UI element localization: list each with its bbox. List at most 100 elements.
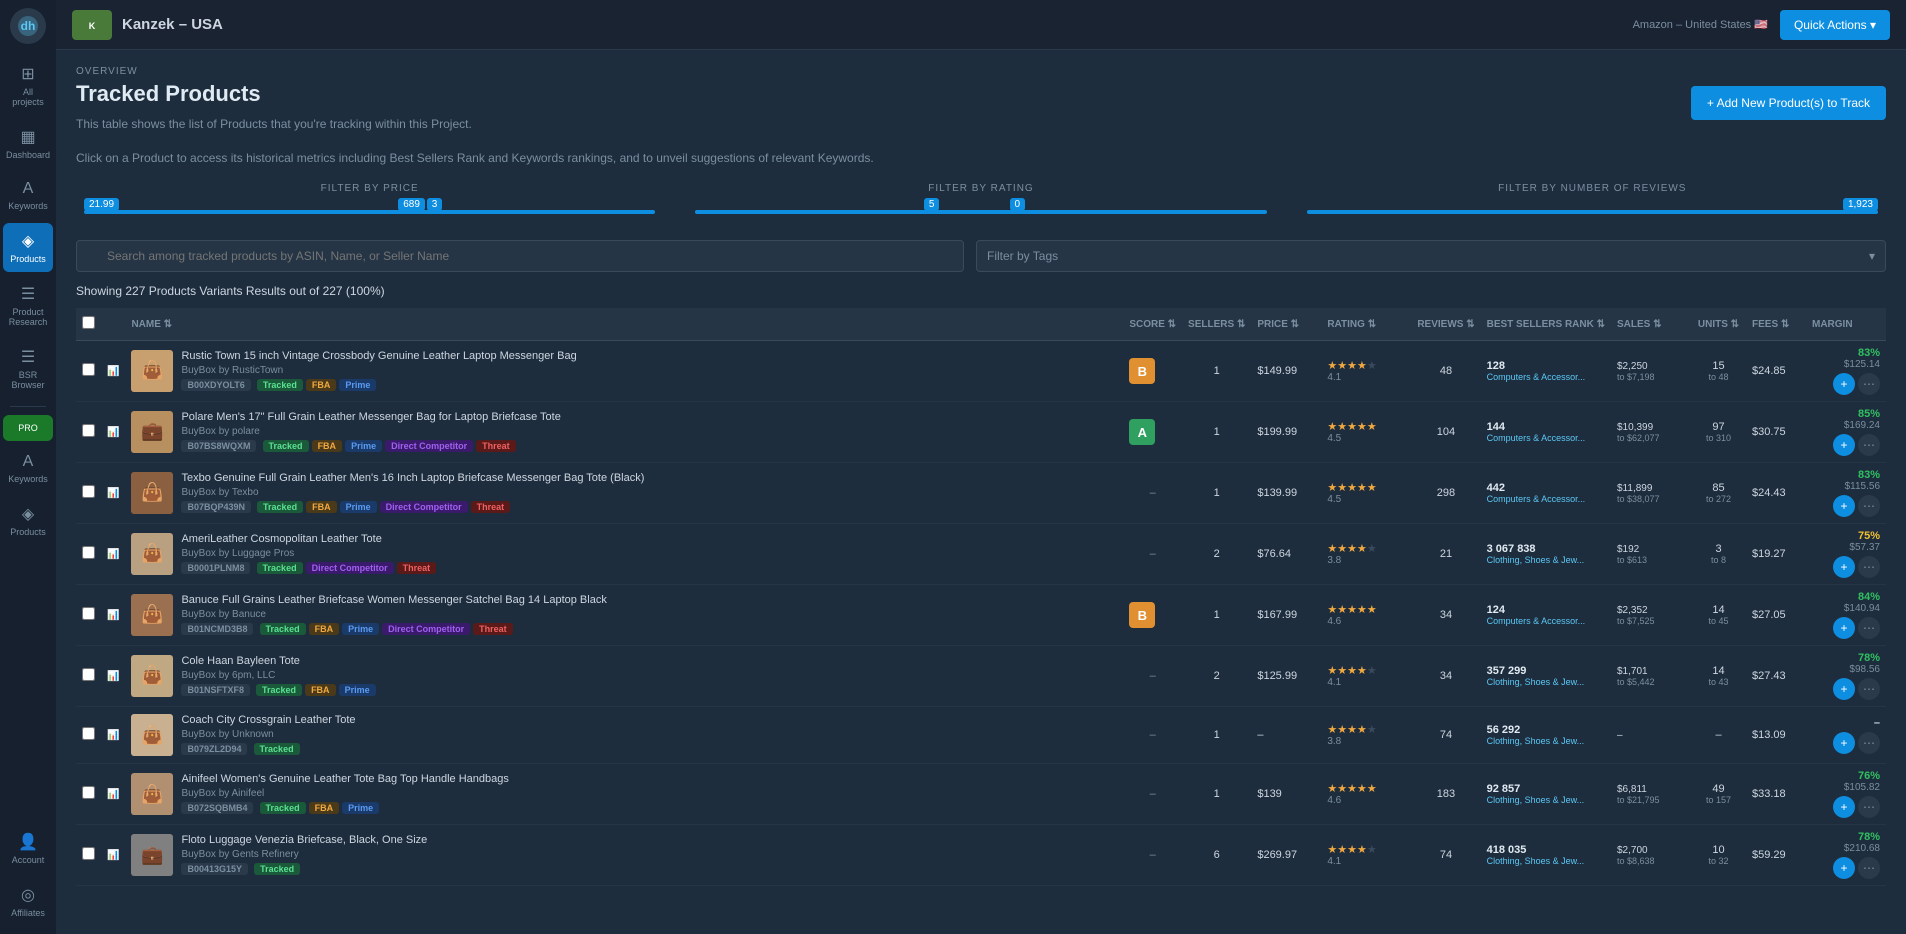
th-sellers[interactable]: SELLERS ⇅	[1182, 308, 1251, 341]
units-to: to 8	[1697, 555, 1740, 565]
action-more-button-5[interactable]: ⋯	[1858, 617, 1880, 639]
row-checkbox-3[interactable]	[82, 485, 95, 498]
action-add-button-7[interactable]: +	[1833, 732, 1855, 754]
action-add-button-5[interactable]: +	[1833, 617, 1855, 639]
th-margin[interactable]: MARGIN	[1806, 308, 1886, 341]
row-checkbox-4[interactable]	[82, 546, 95, 559]
td-checkbox	[76, 524, 101, 585]
rating-value: 4.1	[1327, 372, 1405, 383]
td-product[interactable]: 💼 Polare Men's 17" Full Grain Leather Me…	[125, 402, 1123, 463]
th-rating[interactable]: RATING ⇅	[1321, 308, 1411, 341]
sidebar-item-dashboard[interactable]: ▦ Dashboard	[3, 119, 53, 168]
td-checkbox	[76, 585, 101, 646]
td-product[interactable]: 👜 Cole Haan Bayleen Tote BuyBox by 6pm, …	[125, 646, 1123, 707]
action-more-button-6[interactable]: ⋯	[1858, 678, 1880, 700]
search-input[interactable]	[76, 240, 964, 272]
add-products-button[interactable]: + Add New Product(s) to Track	[1691, 86, 1886, 120]
sidebar-item-product-research[interactable]: ☰ Product Research	[3, 276, 53, 335]
td-rating: ★★★★★ 4.1	[1321, 646, 1411, 707]
sidebar-item-all-projects[interactable]: ⊞ All projects	[3, 56, 53, 115]
action-add-button-8[interactable]: +	[1833, 796, 1855, 818]
results-summary: Showing 227 Products Variants Results ou…	[76, 284, 1886, 298]
product-tags: B079ZL2D94 Tracked	[181, 743, 1117, 757]
bsr-main: 124	[1487, 604, 1605, 616]
rating-stars: ★★★★★	[1327, 481, 1405, 494]
action-add-button-4[interactable]: +	[1833, 556, 1855, 578]
action-more-button-8[interactable]: ⋯	[1858, 796, 1880, 818]
tag-prime: Prime	[345, 440, 382, 452]
td-margin: 84% $140.94 + ⋯	[1806, 585, 1886, 646]
product-thumb: 👜	[131, 594, 173, 636]
td-trend: 📊	[101, 707, 125, 764]
rating-stars: ★★★★★	[1327, 603, 1405, 616]
product-info: 💼 Floto Luggage Venezia Briefcase, Black…	[131, 833, 1117, 877]
action-more-button-1[interactable]: ⋯	[1858, 373, 1880, 395]
quick-actions-button[interactable]: Quick Actions ▾	[1780, 10, 1890, 40]
td-reviews: 74	[1411, 707, 1480, 764]
product-thumb: 👜	[131, 714, 173, 756]
td-product[interactable]: 👜 Banuce Full Grains Leather Briefcase W…	[125, 585, 1123, 646]
sidebar-item-bsr-browser[interactable]: ☰ BSR Browser	[3, 339, 53, 398]
sidebar-item-keywords[interactable]: A Keywords	[3, 172, 53, 219]
th-reviews[interactable]: REVIEWS ⇅	[1411, 308, 1480, 341]
rating-stars: ★★★★★	[1327, 420, 1405, 433]
th-name[interactable]: NAME ⇅	[125, 308, 1123, 341]
sidebar-item-account[interactable]: 👤 Account	[3, 824, 53, 873]
row-checkbox-6[interactable]	[82, 668, 95, 681]
td-product[interactable]: 💼 Floto Luggage Venezia Briefcase, Black…	[125, 825, 1123, 886]
sidebar-item-products[interactable]: ◈ Products	[3, 223, 53, 272]
bsr-main: 418 035	[1487, 844, 1605, 856]
th-units[interactable]: UNITS ⇅	[1691, 308, 1746, 341]
th-fees[interactable]: FEES ⇅	[1746, 308, 1806, 341]
row-checkbox-9[interactable]	[82, 847, 95, 860]
row-checkbox-7[interactable]	[82, 727, 95, 740]
row-checkbox-8[interactable]	[82, 786, 95, 799]
td-reviews: 298	[1411, 463, 1480, 524]
sidebar-item-affiliates[interactable]: ◎ Affiliates	[3, 877, 53, 926]
sidebar-item-pro-products[interactable]: ◈ Products	[3, 496, 53, 545]
td-reviews: 34	[1411, 585, 1480, 646]
rating-stars: ★★★★★	[1327, 843, 1405, 856]
row-checkbox-5[interactable]	[82, 607, 95, 620]
rating-stars: ★★★★★	[1327, 664, 1405, 677]
margin-value: $98.56	[1812, 664, 1880, 675]
action-more-button-4[interactable]: ⋯	[1858, 556, 1880, 578]
td-units: 14 to 45	[1691, 585, 1746, 646]
rating-value: 4.6	[1327, 795, 1405, 806]
margin-percent: 75%	[1812, 530, 1880, 542]
sidebar-item-pro-keywords[interactable]: A Keywords	[3, 445, 53, 492]
td-product[interactable]: 👜 AmeriLeather Cosmopolitan Leather Tote…	[125, 524, 1123, 585]
units-from: 85	[1697, 482, 1740, 494]
td-reviews: 21	[1411, 524, 1480, 585]
th-sales[interactable]: SALES ⇅	[1611, 308, 1691, 341]
th-score[interactable]: SCORE ⇅	[1123, 308, 1182, 341]
td-product[interactable]: 👜 Texbo Genuine Full Grain Leather Men's…	[125, 463, 1123, 524]
th-price[interactable]: PRICE ⇅	[1251, 308, 1321, 341]
td-product[interactable]: 👜 Rustic Town 15 inch Vintage Crossbody …	[125, 341, 1123, 402]
td-reviews: 34	[1411, 646, 1480, 707]
action-add-button-1[interactable]: +	[1833, 373, 1855, 395]
td-trend: 📊	[101, 585, 125, 646]
action-more-button-7[interactable]: ⋯	[1858, 732, 1880, 754]
product-name: Floto Luggage Venezia Briefcase, Black, …	[181, 833, 1117, 847]
action-more-button-9[interactable]: ⋯	[1858, 857, 1880, 879]
td-product[interactable]: 👜 Ainifeel Women's Genuine Leather Tote …	[125, 764, 1123, 825]
td-sellers: 1	[1182, 402, 1251, 463]
td-sales: $2,250 to $7,198	[1611, 341, 1691, 402]
sales-from: $10,399	[1617, 422, 1685, 433]
action-more-button-3[interactable]: ⋯	[1858, 495, 1880, 517]
action-add-button-6[interactable]: +	[1833, 678, 1855, 700]
th-bsr[interactable]: BEST SELLERS RANK ⇅	[1481, 308, 1611, 341]
asin-tag: B07BS8WQXM	[181, 440, 256, 452]
product-text: Floto Luggage Venezia Briefcase, Black, …	[181, 833, 1117, 877]
action-more-button-2[interactable]: ⋯	[1858, 434, 1880, 456]
action-add-button-3[interactable]: +	[1833, 495, 1855, 517]
action-add-button-2[interactable]: +	[1833, 434, 1855, 456]
row-checkbox-2[interactable]	[82, 424, 95, 437]
td-margin: 76% $105.82 + ⋯	[1806, 764, 1886, 825]
action-add-button-9[interactable]: +	[1833, 857, 1855, 879]
row-checkbox-1[interactable]	[82, 363, 95, 376]
tags-filter[interactable]: Filter by Tags ▾	[976, 240, 1886, 272]
select-all-checkbox[interactable]	[82, 316, 95, 329]
td-product[interactable]: 👜 Coach City Crossgrain Leather Tote Buy…	[125, 707, 1123, 764]
